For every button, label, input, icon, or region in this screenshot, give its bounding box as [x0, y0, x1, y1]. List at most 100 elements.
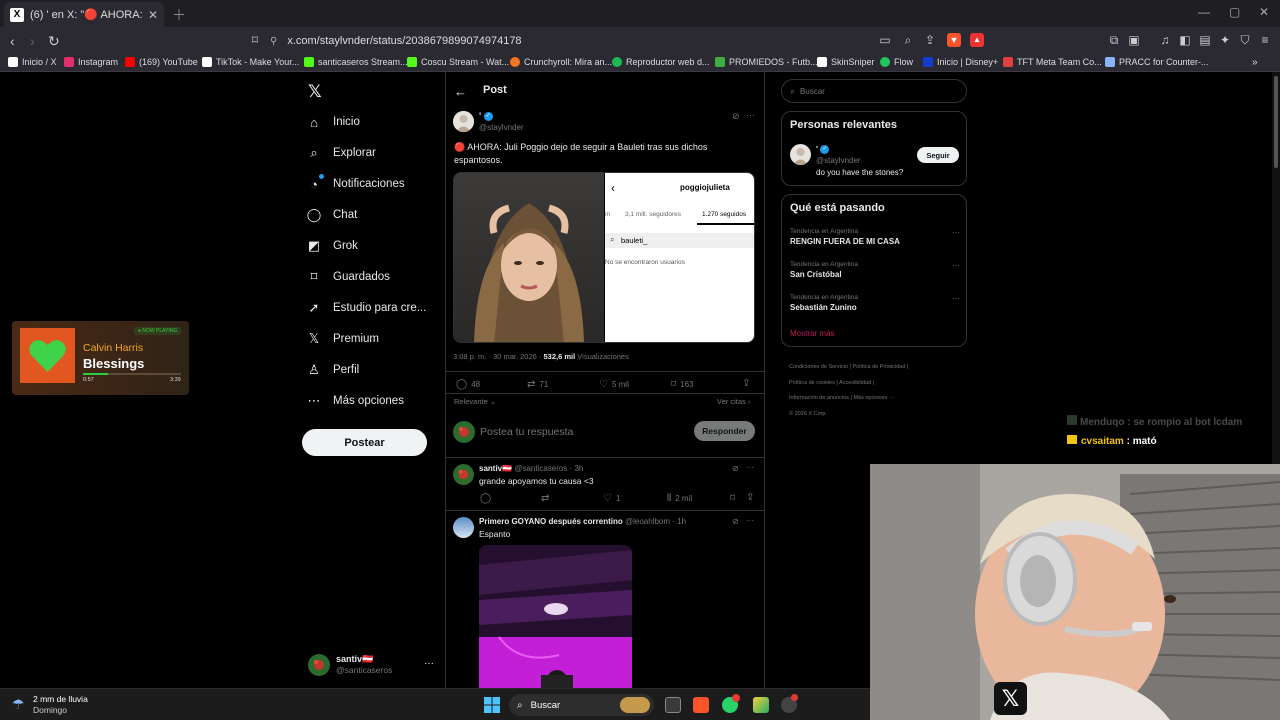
trend-item[interactable]: Tendencia en Argentina RENGIN FUERA DE M… [790, 228, 960, 246]
minimize-icon[interactable]: — [1198, 5, 1210, 19]
extensions-icon[interactable]: ⧉ [1107, 33, 1121, 47]
x-logo-icon[interactable]: 𝕏 [308, 82, 322, 102]
share-action[interactable]: ⇪ [742, 378, 754, 389]
weather-icon[interactable]: ☂ [12, 696, 25, 713]
tab-close-icon[interactable]: ✕ [148, 8, 158, 22]
nav-explore[interactable]: ⌕ Explorar [306, 145, 375, 161]
post-timestamp[interactable]: 3:08 p. m. · 30 mar. 2026 · [453, 352, 541, 361]
view-quotes-link[interactable]: Ver citas › [717, 397, 750, 406]
music-icon[interactable]: ♫ [1158, 33, 1172, 47]
brave-rewards-icon[interactable]: ▲ [970, 33, 984, 47]
reply-more-icon[interactable]: ··· [746, 516, 754, 525]
reply-views[interactable]: ⫴ 2 mil [667, 493, 692, 504]
trend-more-icon[interactable]: ··· [952, 261, 960, 270]
close-window-icon[interactable]: ✕ [1259, 5, 1269, 19]
reply-author-name[interactable]: santiv🇦🇹 [479, 464, 512, 473]
sort-dropdown[interactable]: Relevante ⌄ [454, 397, 496, 406]
site-info-icon[interactable]: ⚲ [270, 36, 277, 47]
brave-shield-icon[interactable]: ▼ [947, 33, 961, 47]
app-icon[interactable] [753, 697, 769, 713]
bookmark-item[interactable]: Inicio / X [8, 57, 57, 67]
nav-bookmarks[interactable]: ⌑ Guardados [306, 269, 390, 285]
reply-avatar[interactable] [453, 464, 474, 485]
reply-avatar[interactable] [453, 517, 474, 538]
grok-explain-icon[interactable]: ⊘ [732, 111, 740, 122]
bookmark-item[interactable]: TikTok - Make Your... [202, 57, 299, 67]
wallet-icon[interactable]: ▣ [1127, 33, 1141, 47]
bookmark-item[interactable]: SkinSniper [817, 57, 875, 67]
show-more-link[interactable]: Mostrar más [790, 329, 834, 338]
person-avatar[interactable] [790, 144, 811, 165]
search-input[interactable]: ⌕ Buscar [781, 79, 967, 103]
scrollbar-thumb[interactable] [1274, 76, 1278, 168]
author-handle[interactable]: @staylvnder [479, 123, 524, 132]
bookmark-item[interactable]: santicaseros Stream... [304, 57, 408, 67]
reply-more-icon[interactable]: ··· [746, 463, 754, 472]
bookmark-item[interactable]: TFT Meta Team Co... [1003, 57, 1102, 67]
grok-explain-icon[interactable]: ⊘ [732, 464, 739, 473]
footer-link[interactable]: Condiciones de Servicio [789, 364, 848, 370]
address-bar[interactable]: ⚲ x.com/staylvnder/status/20386798990749… [270, 30, 960, 52]
nav-notifications[interactable]: ◔ Notificaciones [306, 174, 405, 192]
repost-action[interactable]: ⇄ 71 [527, 379, 548, 390]
nav-profile[interactable]: ♙ Perfil [306, 362, 359, 378]
cast-icon[interactable]: ▭ [878, 33, 892, 47]
person-name-row[interactable]: ' ✓ [816, 144, 830, 155]
account-avatar[interactable] [308, 654, 330, 676]
page-scrollbar[interactable] [1272, 72, 1280, 464]
back-arrow-icon[interactable]: ← [454, 84, 467, 99]
grok-explain-icon[interactable]: ⊘ [732, 517, 739, 526]
share-icon[interactable]: ⇪ [923, 33, 937, 47]
reply-repost-action[interactable]: ⇄ [541, 493, 553, 504]
footer-link[interactable]: Más opciones ··· [853, 395, 894, 401]
zoom-icon[interactable]: ⌕ [901, 33, 915, 47]
reply-input[interactable]: Postea tu respuesta [480, 426, 573, 438]
taskbar-search[interactable]: ⌕ Buscar [509, 694, 654, 716]
reply-handle[interactable]: @leoahlbom · 1h [625, 517, 686, 526]
bookmark-item[interactable]: Crunchyroll: Mira an... [510, 57, 612, 67]
footer-link[interactable]: Información de anuncios [789, 395, 849, 401]
maximize-icon[interactable]: ▢ [1229, 5, 1240, 19]
trend-item[interactable]: Tendencia en Argentina San Cristóbal ··· [790, 261, 960, 279]
bookmarks-overflow-icon[interactable]: » [1252, 57, 1258, 68]
bookmark-item[interactable]: PROMIEDOS - Futb... [715, 57, 818, 67]
sidebar-icon[interactable]: ◧ [1178, 33, 1192, 47]
nav-home[interactable]: ⌂ Inicio [306, 114, 360, 130]
post-more-icon[interactable]: ··· [746, 110, 755, 120]
nav-more[interactable]: ⋯ Más opciones [306, 393, 404, 409]
brave-app-icon[interactable] [693, 697, 709, 713]
footer-link[interactable]: Política de Privacidad [853, 364, 906, 370]
like-action[interactable]: ♡ 5 mil [599, 379, 629, 390]
post-media[interactable]: ‹ poggiojulieta in 3,1 mill. seguidores … [453, 172, 755, 343]
reply-action[interactable]: ◯ 48 [456, 379, 480, 390]
nav-grok[interactable]: ◩ Grok [306, 238, 358, 254]
footer-link[interactable]: Política de cookies [789, 380, 835, 386]
account-menu-icon[interactable]: ··· [424, 658, 434, 669]
bookmark-item[interactable]: PRACC for Counter-... [1105, 57, 1209, 67]
weather-text[interactable]: 2 mm de lluvia [33, 694, 88, 704]
nav-chat[interactable]: ◯ Chat [306, 207, 358, 223]
menu-icon[interactable]: ≡ [1258, 33, 1272, 47]
reply-like-action[interactable]: ♡ 1 [603, 493, 620, 504]
trend-more-icon[interactable]: ··· [952, 228, 960, 237]
bookmark-action[interactable]: ⌑ 163 [671, 379, 694, 390]
person-handle[interactable]: @staylvnder [816, 156, 861, 165]
vpn-icon[interactable]: ⛉ [1238, 33, 1252, 47]
portrait-photo[interactable] [454, 173, 604, 342]
reply-button[interactable]: Responder [694, 421, 755, 441]
back-icon[interactable]: ‹ [10, 33, 15, 49]
post-button[interactable]: Postear [302, 429, 427, 456]
trend-more-icon[interactable]: ··· [952, 294, 960, 303]
reply-reply-action[interactable]: ◯ [480, 493, 495, 504]
reply-share-action[interactable]: ⇪ [746, 492, 758, 503]
leo-icon[interactable]: ✦ [1218, 33, 1232, 47]
browser-tab[interactable]: X (6) ' en X: "🔴 AHORA: Juli Poggi ✕ [4, 2, 164, 27]
bookmark-item[interactable]: Flow [880, 57, 913, 67]
trend-item[interactable]: Tendencia en Argentina Sebastián Zunino … [790, 294, 960, 312]
footer-link[interactable]: Accesibilidad [839, 380, 871, 386]
bookmark-item[interactable]: Instagram [64, 57, 118, 67]
wallet2-icon[interactable]: ▤ [1198, 33, 1212, 47]
reply-author-name[interactable]: Primero GOYANO después correntino [479, 517, 623, 526]
reply-video[interactable] [479, 545, 632, 688]
reload-icon[interactable]: ↻ [48, 33, 60, 50]
